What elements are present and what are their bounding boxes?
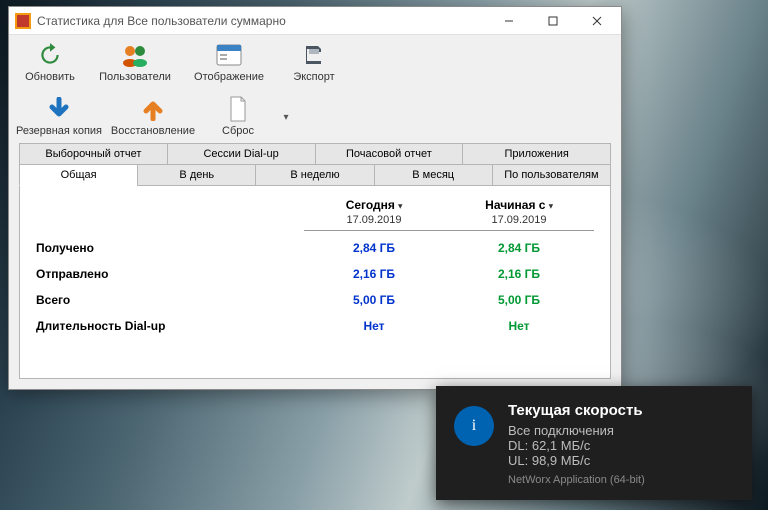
col-today-header[interactable]: Сегодня ▾ xyxy=(304,198,444,214)
window-titlebar[interactable]: Статистика для Все пользователи суммарно xyxy=(9,7,621,35)
tab-label: Сессии Dial-up xyxy=(203,148,278,160)
label-total: Всего xyxy=(36,293,304,307)
tab-per-day[interactable]: В день xyxy=(137,164,256,186)
tab-hourly-report[interactable]: Почасовой отчет xyxy=(315,143,464,164)
refresh-label: Обновить xyxy=(25,71,75,83)
total-today: 5,00 ГБ xyxy=(304,293,444,307)
tabs-top: Выборочный отчет Сессии Dial-up Почасово… xyxy=(9,143,621,164)
label-received: Получено xyxy=(36,241,304,255)
statistics-window: Статистика для Все пользователи суммарно… xyxy=(8,6,622,390)
reset-icon xyxy=(224,95,252,123)
tab-applications[interactable]: Приложения xyxy=(462,143,611,164)
info-icon: i xyxy=(454,406,494,446)
close-icon xyxy=(592,16,602,26)
tab-selective-report[interactable]: Выборочный отчет xyxy=(19,143,168,164)
refresh-icon xyxy=(36,41,64,69)
toolbar-row-2: Резервная копия Восстановление Сброс ▾ xyxy=(9,89,621,143)
toast-app: NetWorx Application (64-bit) xyxy=(508,474,645,486)
row-sent: Отправлено 2,16 ГБ 2,16 ГБ xyxy=(36,257,594,283)
tab-general[interactable]: Общая xyxy=(19,164,138,186)
backup-button[interactable]: Резервная копия xyxy=(13,93,105,141)
app-icon xyxy=(15,13,31,29)
backup-label: Резервная копия xyxy=(16,125,102,137)
reset-label: Сброс xyxy=(222,125,254,137)
users-button[interactable]: Пользователи xyxy=(89,39,181,87)
export-button[interactable]: Экспорт xyxy=(277,39,351,87)
users-label: Пользователи xyxy=(99,71,171,83)
maximize-icon xyxy=(548,16,558,26)
stats-header: Сегодня ▾ Начиная с ▾ 17.09.2019 17.09.2… xyxy=(36,198,594,231)
dropdown-icon: ▾ xyxy=(549,201,553,210)
reset-button[interactable]: Сброс xyxy=(201,93,275,141)
tab-label: Почасовой отчет xyxy=(346,148,432,160)
tab-per-week[interactable]: В неделю xyxy=(255,164,374,186)
date-today: 17.09.2019 xyxy=(304,214,444,231)
received-today: 2,84 ГБ xyxy=(304,241,444,255)
tab-label: Выборочный отчет xyxy=(45,148,141,160)
toast-ul: UL: 98,9 МБ/с xyxy=(508,453,645,468)
total-since: 5,00 ГБ xyxy=(444,293,594,307)
display-label: Отображение xyxy=(194,71,264,83)
row-total: Всего 5,00 ГБ 5,00 ГБ xyxy=(36,283,594,309)
display-button[interactable]: Отображение xyxy=(183,39,275,87)
tab-label: В месяц xyxy=(412,169,454,181)
export-label: Экспорт xyxy=(293,71,334,83)
tab-label: Общая xyxy=(61,169,97,181)
speed-notification[interactable]: i Текущая скорость Все подключения DL: 6… xyxy=(436,386,752,500)
tab-label: Приложения xyxy=(504,148,568,160)
users-icon xyxy=(121,41,149,69)
row-received: Получено 2,84 ГБ 2,84 ГБ xyxy=(36,231,594,257)
tab-per-month[interactable]: В месяц xyxy=(374,164,493,186)
col-since-header[interactable]: Начиная с ▾ xyxy=(444,198,594,214)
dropdown-icon: ▾ xyxy=(398,201,402,210)
toast-title: Текущая скорость xyxy=(508,402,645,419)
toolbar-row-1: Обновить Пользователи Отображение Экспор… xyxy=(9,35,621,89)
stats-panel: Сегодня ▾ Начиная с ▾ 17.09.2019 17.09.2… xyxy=(19,186,611,379)
toast-subtitle: Все подключения xyxy=(508,423,645,438)
col-label: Сегодня xyxy=(346,198,395,212)
maximize-button[interactable] xyxy=(531,7,575,35)
tab-by-user[interactable]: По пользователям xyxy=(492,164,611,186)
minimize-icon xyxy=(504,16,514,26)
row-dialup: Длительность Dial-up Нет Нет xyxy=(36,309,594,335)
sent-today: 2,16 ГБ xyxy=(304,267,444,281)
export-icon xyxy=(300,41,328,69)
received-since: 2,84 ГБ xyxy=(444,241,594,255)
display-icon xyxy=(215,41,243,69)
refresh-button[interactable]: Обновить xyxy=(13,39,87,87)
restore-label: Восстановление xyxy=(111,125,195,137)
tab-label: В неделю xyxy=(290,169,339,181)
restore-button[interactable]: Восстановление xyxy=(107,93,199,141)
tab-label: По пользователям xyxy=(504,169,598,181)
dialup-today: Нет xyxy=(304,319,444,333)
toolbar-overflow-icon[interactable]: ▾ xyxy=(277,112,295,123)
toast-dl: DL: 62,1 МБ/с xyxy=(508,438,645,453)
window-title: Статистика для Все пользователи суммарно xyxy=(37,14,487,28)
sent-since: 2,16 ГБ xyxy=(444,267,594,281)
col-label: Начиная с xyxy=(485,198,545,212)
tabs-bottom: Общая В день В неделю В месяц По пользов… xyxy=(9,164,621,186)
backup-icon xyxy=(45,95,73,123)
close-button[interactable] xyxy=(575,7,619,35)
dialup-since: Нет xyxy=(444,319,594,333)
minimize-button[interactable] xyxy=(487,7,531,35)
toast-body: Текущая скорость Все подключения DL: 62,… xyxy=(508,402,645,486)
label-sent: Отправлено xyxy=(36,267,304,281)
label-dialup: Длительность Dial-up xyxy=(36,319,304,333)
tab-dialup-sessions[interactable]: Сессии Dial-up xyxy=(167,143,316,164)
date-since: 17.09.2019 xyxy=(444,214,594,231)
tab-label: В день xyxy=(179,169,214,181)
restore-icon xyxy=(139,95,167,123)
